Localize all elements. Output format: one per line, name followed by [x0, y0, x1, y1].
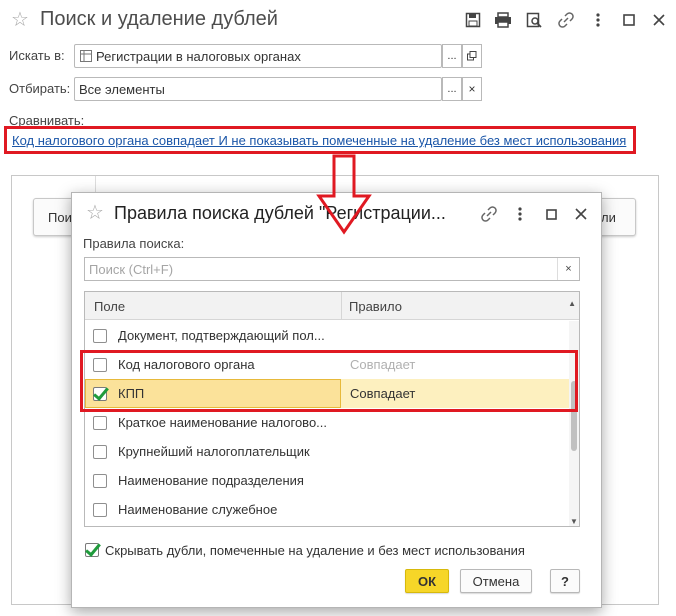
- select-icon[interactable]: ...: [442, 44, 462, 68]
- row-checkbox[interactable]: [93, 329, 107, 343]
- background-button-left-label: Пои: [48, 209, 72, 225]
- link-icon[interactable]: [555, 9, 577, 31]
- rules-search-input[interactable]: [85, 258, 555, 280]
- row-field: Крупнейший налогоплательщик: [118, 444, 310, 459]
- save-icon[interactable]: [462, 9, 484, 31]
- dialog-more-icon[interactable]: [509, 203, 531, 225]
- rules-search-field[interactable]: ×: [84, 257, 580, 281]
- column-separator: [341, 292, 342, 320]
- maximize-icon[interactable]: [618, 9, 640, 31]
- arrow-down-icon[interactable]: ▼: [570, 517, 578, 526]
- background-button-right-label: ли: [601, 209, 616, 225]
- dialog-link-icon[interactable]: [478, 203, 500, 225]
- hide-duplicates-label[interactable]: Скрывать дубли, помеченные на удаление и…: [105, 543, 525, 558]
- rows-highlight: [80, 350, 578, 412]
- clear-icon[interactable]: ×: [462, 77, 482, 101]
- dialog-favorite-star-icon[interactable]: ☆: [86, 203, 104, 223]
- filter-value: Все элементы: [79, 81, 165, 97]
- catalog-icon: [80, 50, 92, 62]
- row-field: Краткое наименование налогово...: [118, 415, 328, 430]
- table-header: Поле Правило ▲: [85, 292, 579, 320]
- dialog-close-icon[interactable]: [570, 203, 592, 225]
- row-checkbox[interactable]: [93, 503, 107, 517]
- table-row[interactable]: Краткое наименование налогово...: [85, 408, 569, 437]
- more-icon[interactable]: [587, 9, 609, 31]
- compare-link[interactable]: Код налогового органа совпадает И не пок…: [12, 133, 626, 148]
- filter-select-icon[interactable]: ...: [442, 77, 462, 101]
- main-window-title: Поиск и удаление дублей: [40, 8, 278, 30]
- dialog-maximize-icon[interactable]: [540, 203, 562, 225]
- red-down-arrow: [316, 154, 372, 235]
- help-button[interactable]: ?: [550, 569, 580, 593]
- row-field: Наименование подразделения: [118, 473, 304, 488]
- filter-field[interactable]: Все элементы: [74, 77, 442, 101]
- table-row[interactable]: Крупнейший налогоплательщик: [85, 437, 569, 466]
- print-icon[interactable]: [492, 9, 514, 31]
- ok-button[interactable]: ОК: [405, 569, 449, 593]
- cancel-button[interactable]: Отмена: [460, 569, 532, 593]
- row-field: Наименование служебное: [118, 502, 278, 517]
- main-favorite-star-icon[interactable]: ☆: [11, 10, 29, 30]
- table-row[interactable]: Документ, подтверждающий пол...: [85, 321, 569, 350]
- column-rule[interactable]: Правило: [349, 299, 402, 314]
- search-in-value: Регистрации в налоговых органах: [96, 48, 301, 64]
- hide-duplicates-check-icon[interactable]: [85, 543, 99, 557]
- rules-label: Правила поиска:: [83, 236, 185, 251]
- hide-duplicates-checkbox[interactable]: [85, 543, 99, 557]
- column-field[interactable]: Поле: [94, 299, 125, 314]
- filter-label: Отбирать:: [9, 81, 71, 96]
- search-rules-dialog: ☆ Правила поиска дублей "Регистрации... …: [71, 192, 602, 608]
- table-row[interactable]: Наименование служебное: [85, 495, 569, 524]
- row-checkbox[interactable]: [93, 474, 107, 488]
- search-in-field[interactable]: Регистрации в налоговых органах: [74, 44, 442, 68]
- search-clear-icon[interactable]: ×: [557, 258, 579, 280]
- header-scroll-arrow-icon[interactable]: ▲: [568, 299, 576, 308]
- row-checkbox[interactable]: [93, 445, 107, 459]
- table-row[interactable]: Наименование подразделения: [85, 466, 569, 495]
- results-panel-divider: [95, 176, 96, 192]
- preview-icon[interactable]: [523, 9, 545, 31]
- close-icon[interactable]: [648, 9, 670, 31]
- search-in-label: Искать в:: [9, 48, 65, 63]
- dialog-title: Правила поиска дублей "Регистрации...: [114, 203, 446, 223]
- row-checkbox[interactable]: [93, 416, 107, 430]
- row-field: Документ, подтверждающий пол...: [118, 328, 325, 343]
- open-icon[interactable]: [462, 44, 482, 68]
